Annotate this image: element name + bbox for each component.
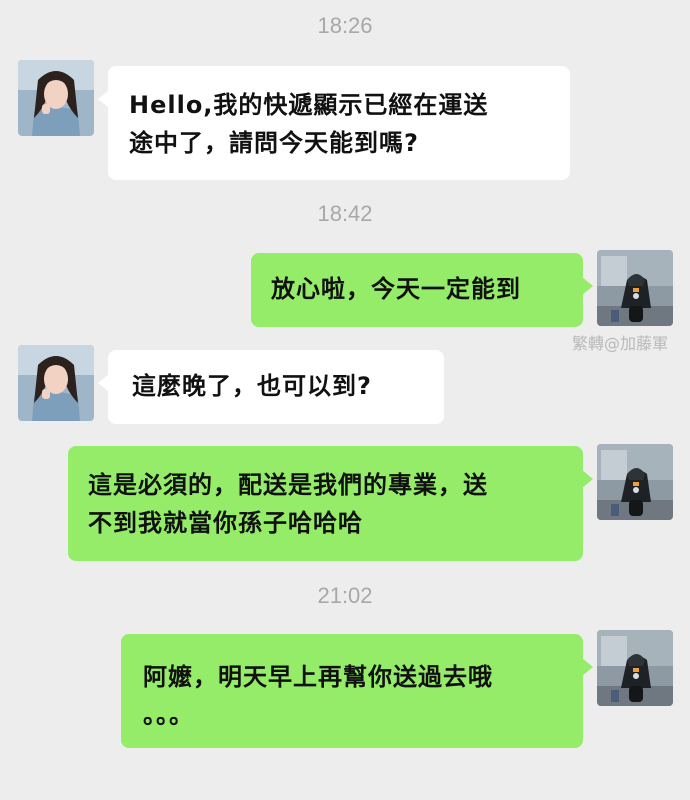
contact-avatar[interactable] [18, 60, 94, 136]
user-avatar[interactable] [597, 250, 673, 326]
girl-avatar-icon [18, 345, 94, 421]
scooter-avatar-icon [597, 250, 673, 326]
girl-avatar-icon [18, 60, 94, 136]
message-bubble-outgoing[interactable]: 阿嬤，明天早上再幫你送過去哦 。。。 [121, 634, 593, 748]
message-bubble-incoming[interactable]: 這麼晚了，也可以到? [98, 350, 444, 424]
contact-avatar[interactable] [18, 345, 94, 421]
user-avatar[interactable] [597, 444, 673, 520]
timestamp: 21:02 [317, 583, 373, 608]
scooter-avatar-icon [597, 630, 673, 706]
message-bubble-incoming[interactable]: Hello,我的快遞顯示已經在運送 途中了，請問今天能到嗎? [98, 66, 570, 180]
user-avatar[interactable] [597, 630, 673, 706]
timestamp: 18:26 [317, 13, 373, 38]
timestamp: 18:42 [317, 201, 373, 226]
message-bubble-outgoing[interactable]: 放心啦，今天一定能到 [251, 253, 593, 327]
watermark: 繁轉@加藤軍 [571, 334, 668, 353]
message-bubble-outgoing[interactable]: 這是必須的，配送是我們的專業，送 不到我就當你孫子哈哈哈 [68, 446, 593, 561]
scooter-avatar-icon [597, 444, 673, 520]
